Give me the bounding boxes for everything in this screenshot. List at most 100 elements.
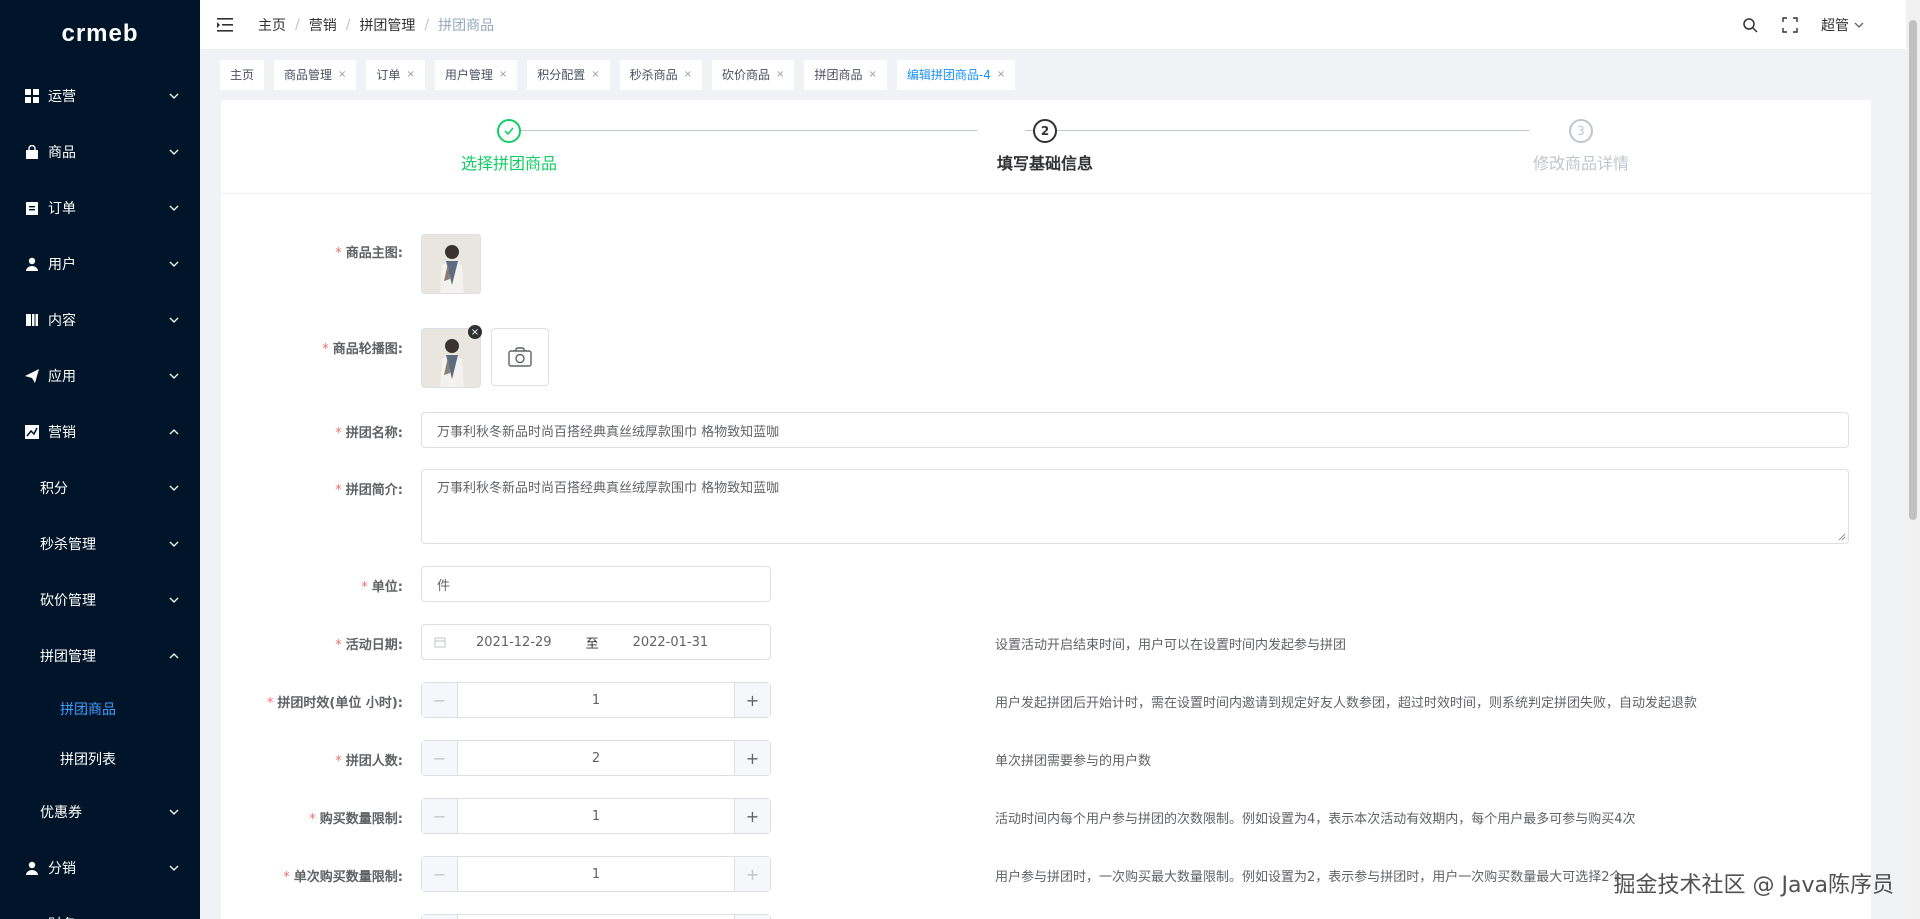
bag-icon xyxy=(24,144,40,160)
single-value[interactable]: 1 xyxy=(458,857,734,891)
limit-value[interactable]: 1 xyxy=(458,799,734,833)
sidebar-item-marketing[interactable]: 营销 xyxy=(0,404,200,460)
sidebar-leaf-group-list[interactable]: 拼团列表 xyxy=(0,734,200,784)
chart-icon xyxy=(24,424,40,440)
tag-points-config[interactable]: 积分配置 × xyxy=(527,60,610,90)
tag-label: 主页 xyxy=(230,68,255,82)
decrement-button[interactable] xyxy=(422,915,458,919)
logo[interactable]: crmeb xyxy=(0,0,200,68)
sidebar-item-content[interactable]: 内容 xyxy=(0,292,200,348)
tag-label: 拼团商品 xyxy=(814,68,863,82)
intro-text: 万事利秋冬新品时尚百搭经典真丝绒厚款围巾 格物致知蓝咖 xyxy=(437,481,780,496)
search-icon[interactable] xyxy=(1741,16,1759,34)
unit-label: 单位: xyxy=(371,580,403,595)
tag-product-manage[interactable]: 商品管理 × xyxy=(274,60,357,90)
sidebar-sub-label: 秒杀管理 xyxy=(40,537,96,553)
breadcrumb-item[interactable]: 拼团管理 xyxy=(359,15,415,35)
breadcrumb-item[interactable]: 营销 xyxy=(309,15,337,35)
chevron-down-icon xyxy=(169,597,179,603)
date-end[interactable]: 2022-01-31 xyxy=(633,635,709,650)
chevron-up-icon xyxy=(169,429,179,435)
close-icon[interactable]: × xyxy=(406,60,414,90)
sidebar-item-label: 内容 xyxy=(48,313,76,329)
menu-fold-icon[interactable] xyxy=(216,16,234,34)
sidebar-leaf-group-products[interactable]: 拼团商品 xyxy=(0,684,200,734)
decrement-button[interactable]: − xyxy=(422,683,458,717)
sidebar-sub-seckill[interactable]: 秒杀管理 xyxy=(0,516,200,572)
group-name-input[interactable]: 万事利秋冬新品时尚百搭经典真丝绒厚款围巾 格物致知蓝咖 xyxy=(421,412,1849,448)
user-name: 超管 xyxy=(1821,18,1849,34)
limit-label: 购买数量限制: xyxy=(319,812,403,827)
single-label: 单次购买数量限制: xyxy=(293,870,403,885)
main-image-label: 商品主图: xyxy=(345,246,403,261)
sidebar-sub-group[interactable]: 拼团管理 xyxy=(0,628,200,684)
duration-value[interactable]: 1 xyxy=(458,683,734,717)
sidebar-item-operations[interactable]: 运营 xyxy=(0,68,200,124)
upload-image-button[interactable] xyxy=(491,328,549,386)
people-stepper[interactable]: − 2 + xyxy=(421,740,771,776)
breadcrumb-item[interactable]: 主页 xyxy=(258,15,286,35)
scrollbar-thumb[interactable] xyxy=(1909,20,1917,520)
page-scrollbar[interactable] xyxy=(1906,0,1920,919)
decrement-button[interactable]: − xyxy=(422,857,458,891)
close-icon[interactable]: × xyxy=(591,60,599,90)
close-icon[interactable]: × xyxy=(338,60,346,90)
unit-input[interactable]: 件 xyxy=(421,566,771,602)
remove-image-icon[interactable]: × xyxy=(468,325,482,339)
decrement-button[interactable]: − xyxy=(422,741,458,775)
tag-user-manage[interactable]: 用户管理 × xyxy=(434,60,518,90)
close-icon[interactable]: × xyxy=(868,60,876,90)
sidebar-sub-bargain[interactable]: 砍价管理 xyxy=(0,572,200,628)
sidebar-item-orders[interactable]: 订单 xyxy=(0,180,200,236)
tag-home[interactable]: 主页 xyxy=(220,60,265,90)
tag-orders[interactable]: 订单 × xyxy=(366,60,425,90)
next-stepper[interactable] xyxy=(421,914,771,919)
main-image-thumbnail[interactable] xyxy=(421,234,481,294)
sidebar-item-label: 分销 xyxy=(48,861,76,877)
fullscreen-icon[interactable] xyxy=(1781,16,1799,34)
sidebar-item-users[interactable]: 用户 xyxy=(0,236,200,292)
tag-seckill-products[interactable]: 秒杀商品 × xyxy=(619,60,703,90)
increment-button[interactable]: + xyxy=(734,683,770,717)
decrement-button[interactable]: − xyxy=(422,799,458,833)
purchase-limit-stepper[interactable]: − 1 + xyxy=(421,798,771,834)
chevron-down-icon xyxy=(169,149,179,155)
close-icon[interactable]: × xyxy=(776,60,784,90)
sidebar-item-products[interactable]: 商品 xyxy=(0,124,200,180)
sidebar-item-apps[interactable]: 应用 xyxy=(0,348,200,404)
tag-bargain-products[interactable]: 砍价商品 × xyxy=(712,60,795,90)
tag-group-products[interactable]: 拼团商品 × xyxy=(804,60,887,90)
date-start[interactable]: 2021-12-29 xyxy=(476,635,552,650)
step-2-label: 填写基础信息 xyxy=(996,154,1093,173)
book-icon xyxy=(24,312,40,328)
close-icon[interactable]: × xyxy=(684,60,692,90)
increment-button[interactable]: + xyxy=(734,799,770,833)
sidebar-item-finance[interactable]: 财务 xyxy=(0,896,200,919)
close-icon[interactable]: × xyxy=(997,60,1005,90)
chevron-down-icon xyxy=(1854,22,1864,28)
sidebar-sub-coupons[interactable]: 优惠券 xyxy=(0,784,200,840)
single-limit-stepper[interactable]: − 1 + xyxy=(421,856,771,892)
chevron-down-icon xyxy=(169,541,179,547)
tags-view: 主页 商品管理 × 订单 × 用户管理 × 积分配置 × 秒杀商品 × 砍价商品 × 拼团商… xyxy=(200,50,1902,100)
tag-edit-group-product[interactable]: 编辑拼团商品-4 × xyxy=(896,60,1016,90)
sidebar-item-distribution[interactable]: 分销 xyxy=(0,840,200,896)
people-help: 单次拼团需要参与的用户数 xyxy=(995,754,1152,769)
sidebar-item-label: 应用 xyxy=(48,369,76,385)
sidebar-sub-points[interactable]: 积分 xyxy=(0,460,200,516)
people-value[interactable]: 2 xyxy=(458,741,734,775)
user-icon xyxy=(24,860,40,876)
chevron-down-icon xyxy=(169,809,179,815)
tag-label: 订单 xyxy=(376,68,401,82)
date-range-picker[interactable]: 2021-12-29 至 2022-01-31 xyxy=(421,624,771,660)
resize-grip-icon[interactable] xyxy=(1838,533,1846,541)
increment-button[interactable]: + xyxy=(734,741,770,775)
close-icon[interactable]: × xyxy=(499,60,507,90)
sidebar-item-label: 商品 xyxy=(48,145,76,161)
duration-stepper[interactable]: − 1 + xyxy=(421,682,771,718)
increment-button[interactable] xyxy=(734,915,770,919)
group-intro-textarea[interactable]: 万事利秋冬新品时尚百搭经典真丝绒厚款围巾 格物致知蓝咖 xyxy=(421,469,1849,544)
top-header: 主页 / 营销 / 拼团管理 / 拼团商品 超管 xyxy=(200,0,1920,50)
user-menu[interactable]: 超管 xyxy=(1821,15,1865,35)
increment-button[interactable]: + xyxy=(734,857,770,891)
